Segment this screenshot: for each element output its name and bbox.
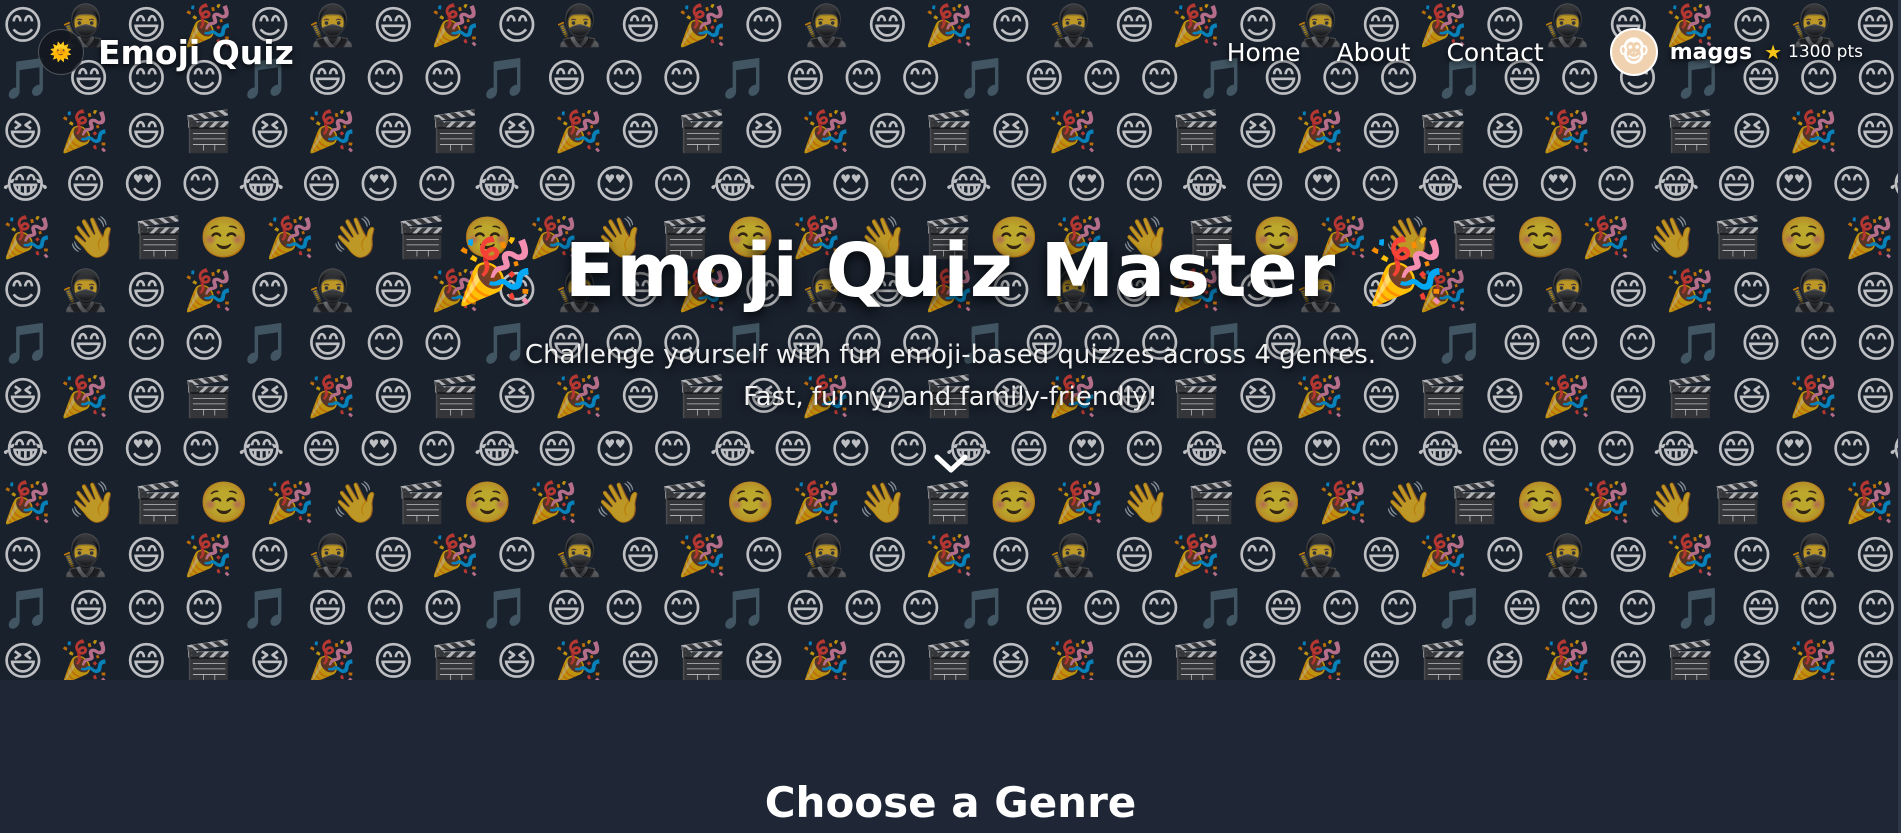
hero-content: 🎉 Emoji Quiz Master 🎉 Challenge yourself…: [0, 228, 1901, 484]
page: 😊🥷😄🎉😊🥷😄🎉😊🥷😄🎉😊🥷😄🎉😊🥷😄🎉😊🥷😄🎉😊🥷😄🎉😊🥷😄🎉😊 🎵😄😊😊🎵😄😊…: [0, 0, 1901, 833]
navbar: 🌞 Emoji Quiz Home About Contact 🐵 maggs …: [0, 0, 1901, 104]
party-popper-icon: 🎉: [1366, 234, 1446, 309]
hero-section: 😊🥷😄🎉😊🥷😄🎉😊🥷😄🎉😊🥷😄🎉😊🥷😄🎉😊🥷😄🎉😊🥷😄🎉😊🥷😄🎉😊 🎵😄😊😊🎵😄😊…: [0, 0, 1901, 680]
hero-subtitle-line1: Challenge yourself with fun emoji-based …: [524, 340, 1377, 370]
avatar[interactable]: 🐵: [1609, 28, 1658, 76]
nav-links: Home About Contact 🐵 maggs ★ 1300 pts: [1227, 28, 1863, 76]
hero-title-row: 🎉 Emoji Quiz Master 🎉: [455, 228, 1446, 314]
genre-section: Choose a Genre: [0, 680, 1901, 833]
points-badge: ★ 1300 pts: [1764, 40, 1863, 64]
brand[interactable]: 🌞 Emoji Quiz: [38, 29, 294, 75]
nav-link-about[interactable]: About: [1337, 38, 1411, 67]
star-icon: ★: [1764, 40, 1783, 64]
nav-link-home[interactable]: Home: [1227, 38, 1301, 67]
hero-subtitle: Challenge yourself with fun emoji-based …: [525, 334, 1376, 418]
chevron-down-icon: [934, 454, 967, 473]
user-profile[interactable]: 🐵 maggs ★ 1300 pts: [1609, 28, 1863, 76]
hero-title: Emoji Quiz Master: [564, 228, 1337, 314]
hero-subtitle-line2: Fast, funny, and family-friendly!: [743, 382, 1158, 412]
brand-name: Emoji Quiz: [98, 32, 294, 72]
username: maggs: [1669, 39, 1753, 65]
genre-section-title: Choose a Genre: [764, 778, 1137, 827]
points-value: 1300 pts: [1788, 42, 1863, 62]
nav-link-contact[interactable]: Contact: [1446, 38, 1543, 67]
sun-logo-icon: 🌞: [38, 29, 84, 75]
scroll-down-button[interactable]: [931, 444, 971, 484]
party-popper-icon: 🎉: [455, 234, 535, 309]
